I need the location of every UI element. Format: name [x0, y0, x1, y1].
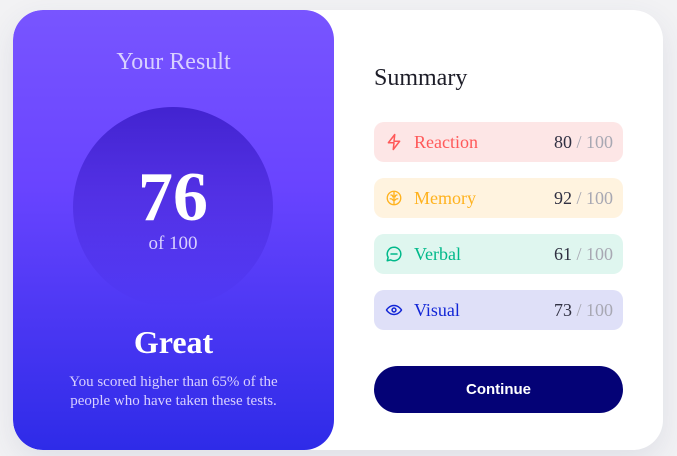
summary-item-value: 61: [553, 244, 572, 264]
summary-item-score: 61 / 100: [554, 243, 613, 265]
summary-item-max: / 100: [571, 300, 613, 320]
chat-icon: [385, 245, 403, 263]
summary-item-label: Verbal: [414, 244, 461, 264]
score-value: 76: [138, 159, 208, 236]
rating-label: Great: [133, 324, 214, 360]
summary-item-label: Memory: [414, 188, 476, 208]
summary-item-value: 73: [553, 300, 572, 320]
summary-item-max: / 100: [571, 188, 613, 208]
rating-description: You scored higher than 65% of the people…: [69, 374, 278, 409]
score-total: of 100: [148, 233, 198, 254]
summary-item-max: / 100: [571, 244, 613, 264]
summary-item-score: 80 / 100: [554, 131, 613, 153]
result-title: Your Result: [116, 49, 231, 75]
lightning-icon: [385, 133, 403, 151]
summary-item-value: 92: [553, 188, 572, 208]
summary-item-max: / 100: [571, 132, 613, 152]
continue-button[interactable]: Continue: [374, 366, 623, 413]
result-panel: Your Result 76 of 100 Great You scored h…: [13, 10, 334, 450]
summary-panel: Summary Reaction 80 / 100 Memory 92 / 10…: [334, 10, 663, 450]
eye-icon: [385, 301, 403, 319]
summary-item-label: Reaction: [414, 132, 478, 152]
summary-item-verbal: Verbal 61 / 100: [374, 234, 623, 274]
brain-icon: [385, 189, 403, 207]
score-circle: 76 of 100: [73, 107, 273, 307]
summary-item-value: 80: [553, 132, 572, 152]
summary-item-label: Visual: [414, 300, 460, 320]
summary-item-memory: Memory 92 / 100: [374, 178, 623, 218]
summary-item-reaction: Reaction 80 / 100: [374, 122, 623, 162]
summary-title: Summary: [374, 65, 468, 91]
summary-item-score: 73 / 100: [554, 299, 613, 321]
results-summary-card: Your Result 76 of 100 Great You scored h…: [13, 10, 663, 450]
summary-item-visual: Visual 73 / 100: [374, 290, 623, 330]
summary-item-score: 92 / 100: [554, 187, 613, 209]
